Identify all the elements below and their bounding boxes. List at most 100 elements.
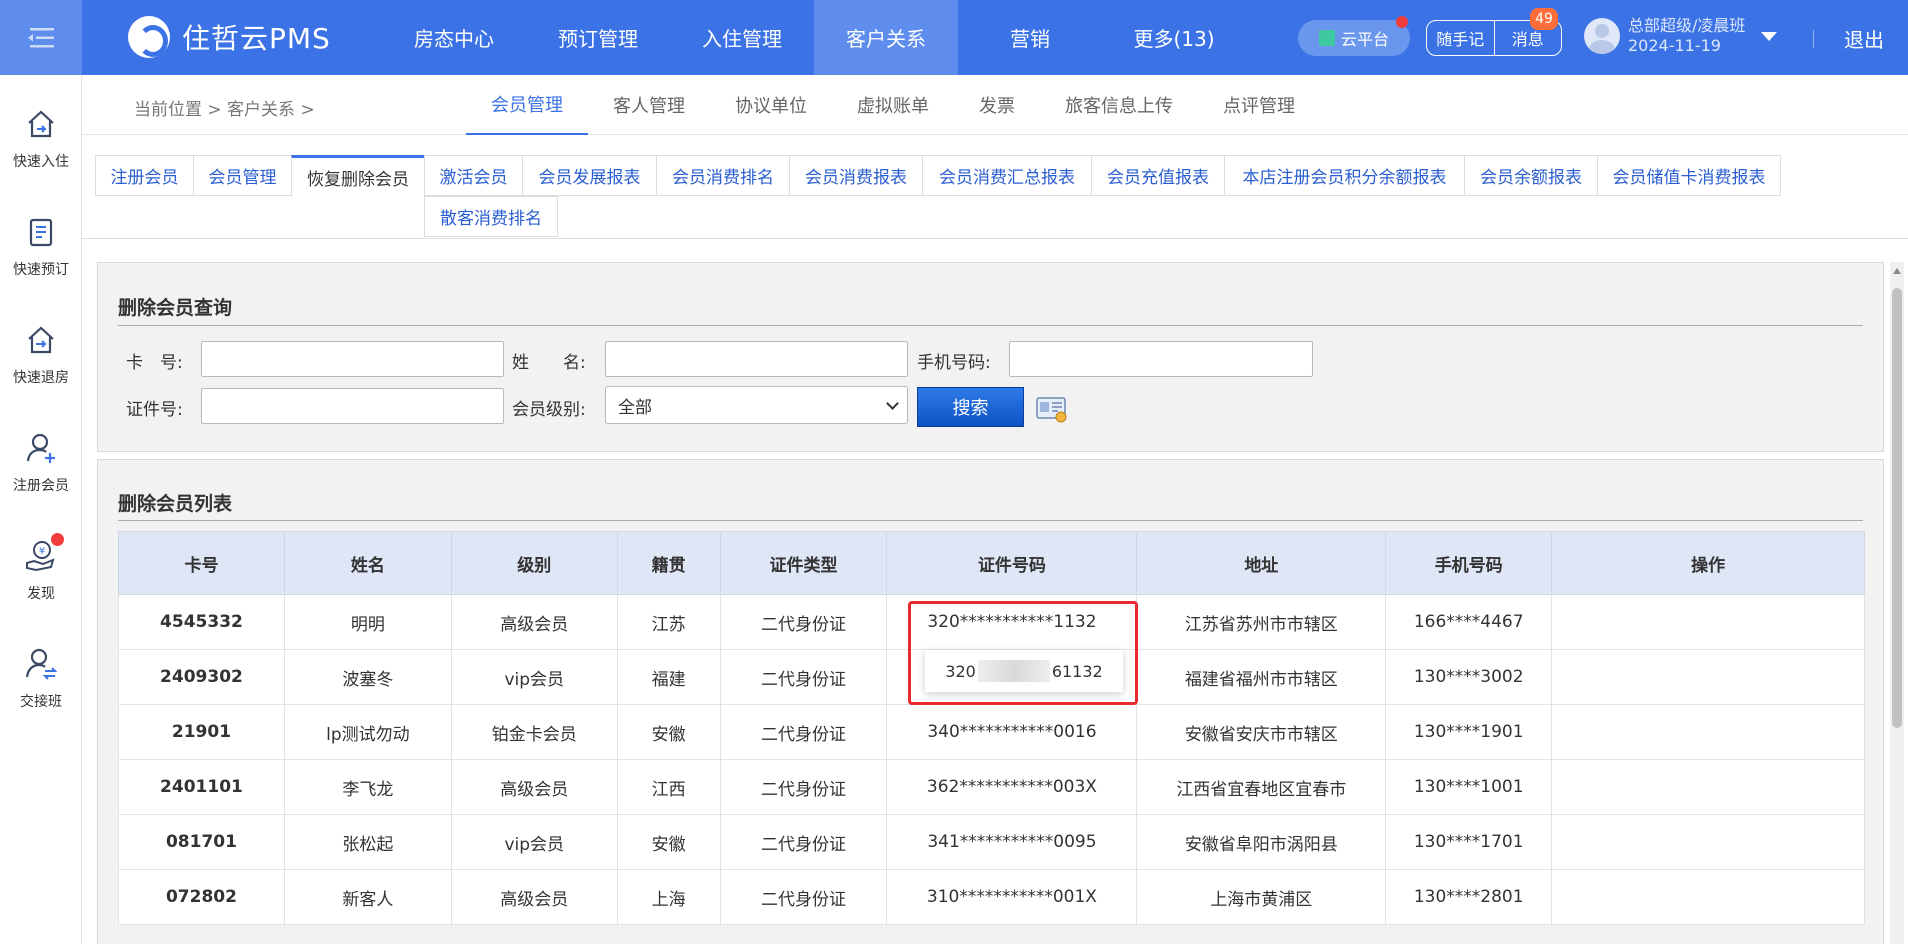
- header-divider: [1813, 30, 1814, 48]
- col-name: 姓名: [283, 531, 452, 595]
- ftab-restore-deleted-member[interactable]: 恢复删除会员: [291, 155, 425, 197]
- title-rule: [118, 520, 1863, 521]
- cell-native-place: 安徽: [616, 704, 721, 760]
- cell-address: 上海市黄浦区: [1136, 869, 1387, 925]
- nav-marketing[interactable]: 营销: [958, 0, 1102, 75]
- query-panel: 删除会员查询 卡 号: 姓 名: 手机号码: 证件号: 会员级别: 全部 搜索: [97, 262, 1884, 452]
- cell-level: 铂金卡会员: [450, 704, 618, 760]
- name-label: 姓 名:: [512, 353, 586, 373]
- ftab-stored-card-report[interactable]: 会员储值卡消费报表: [1597, 155, 1781, 196]
- tab-invoice[interactable]: 发票: [954, 75, 1040, 135]
- tab-member-management[interactable]: 会员管理: [466, 75, 588, 135]
- cell-name: 新客人: [283, 869, 452, 925]
- table-row[interactable]: 081701 张松起 vip会员 安徽 二代身份证 341***********…: [118, 814, 1865, 870]
- sidebar-item-quick-checkout[interactable]: 快速退房: [0, 323, 82, 413]
- cell-actions: [1551, 704, 1865, 760]
- cell-card-number: 21901: [118, 704, 285, 760]
- tooltip-prefix: 320: [945, 661, 976, 681]
- cell-card-number: 2409302: [118, 649, 285, 705]
- sidebar-item-quick-checkin[interactable]: 快速入住: [0, 107, 82, 197]
- phone-label: 手机号码:: [917, 353, 991, 373]
- tab-virtual-bill[interactable]: 虚拟账单: [832, 75, 954, 135]
- cell-id-number: 310***********001X: [886, 869, 1138, 925]
- masked-blur: [977, 660, 1050, 682]
- quick-note-button[interactable]: 随手记: [1427, 21, 1495, 55]
- col-level: 级别: [450, 531, 618, 595]
- nav-reservation[interactable]: 预订管理: [526, 0, 670, 75]
- user-menu[interactable]: 总部超级/凌晨班 2024-11-19: [1584, 16, 1778, 56]
- sidebar-item-register-member[interactable]: 注册会员: [0, 431, 82, 521]
- cell-phone: 130****3002: [1385, 649, 1553, 705]
- ftab-points-balance-report[interactable]: 本店注册会员积分余额报表: [1224, 155, 1465, 196]
- ftab-member-growth-report[interactable]: 会员发展报表: [522, 155, 657, 196]
- ftab-walkin-consumption-ranking[interactable]: 散客消费排名: [424, 196, 558, 237]
- ftab-member-balance-report[interactable]: 会员余额报表: [1464, 155, 1598, 196]
- ftab-member-consumption-report[interactable]: 会员消费报表: [789, 155, 923, 196]
- table-row[interactable]: 072802 新客人 高级会员 上海 二代身份证 310***********0…: [118, 869, 1865, 925]
- cloud-platform-button[interactable]: 云平台: [1298, 16, 1410, 56]
- cell-phone: 130****2801: [1385, 869, 1553, 925]
- cell-phone: 130****1701: [1385, 814, 1553, 870]
- ftab-activate-member[interactable]: 激活会员: [424, 155, 523, 196]
- cell-native-place: 福建: [616, 649, 721, 705]
- cell-address: 江苏省苏州市市辖区: [1136, 594, 1387, 650]
- col-card-number: 卡号: [118, 531, 285, 595]
- member-level-select[interactable]: 全部: [605, 386, 908, 424]
- cell-card-number: 2401101: [118, 759, 285, 815]
- nav-more[interactable]: 更多(13): [1102, 0, 1246, 75]
- tab-guest-management[interactable]: 客人管理: [588, 75, 710, 135]
- brand-logo: 住哲云PMS: [128, 16, 331, 58]
- cell-actions: [1551, 649, 1865, 705]
- ftab-member-recharge-report[interactable]: 会员充值报表: [1091, 155, 1225, 196]
- nav-customer-relations[interactable]: 客户关系: [814, 0, 958, 75]
- cell-id-number: 341***********0095: [886, 814, 1138, 870]
- phone-input[interactable]: [1009, 341, 1313, 377]
- menu-toggle-button[interactable]: [0, 0, 82, 75]
- cell-address: 安徽省阜阳市涡阳县: [1136, 814, 1387, 870]
- id-number-input[interactable]: [201, 388, 504, 424]
- cell-phone: 166****4467: [1385, 594, 1553, 650]
- name-input[interactable]: [605, 341, 908, 377]
- sidebar-label: 快速预订: [13, 262, 69, 278]
- ftab-member-consumption-summary[interactable]: 会员消费汇总报表: [922, 155, 1092, 196]
- caret-down-icon[interactable]: [1761, 31, 1778, 41]
- tab-agreement-units[interactable]: 协议单位: [710, 75, 832, 135]
- tab-guest-info-upload[interactable]: 旅客信息上传: [1040, 75, 1198, 135]
- main-nav: 房态中心 预订管理 入住管理 客户关系 营销 更多(13): [382, 0, 1246, 75]
- cell-phone: 130****1901: [1385, 704, 1553, 760]
- card-number-label: 卡 号:: [126, 353, 183, 373]
- cell-id-number: 362***********003X: [886, 759, 1138, 815]
- card-number-input[interactable]: [201, 341, 504, 377]
- col-phone: 手机号码: [1385, 531, 1553, 595]
- id-card-reader-icon[interactable]: [1036, 395, 1068, 423]
- logo-icon: [128, 16, 170, 58]
- table-row[interactable]: 21901 lp测试勿动 铂金卡会员 安徽 二代身份证 340*********…: [118, 704, 1865, 760]
- sidebar-item-discover[interactable]: ¥ 发现: [0, 533, 82, 629]
- ftab-member-consumption-ranking[interactable]: 会员消费排名: [656, 155, 790, 196]
- search-button[interactable]: 搜索: [917, 387, 1024, 427]
- discover-icon-wrap: ¥: [24, 533, 64, 573]
- sub-tabs: 会员管理 客人管理 协议单位 虚拟账单 发票 旅客信息上传 点评管理: [466, 75, 1320, 135]
- cell-id-type: 二代身份证: [719, 704, 888, 760]
- cell-name: 明明: [283, 594, 452, 650]
- ftab-register-member[interactable]: 注册会员: [95, 155, 194, 196]
- sidebar-item-shift-handover[interactable]: 交接班: [0, 647, 82, 737]
- scroll-up-icon[interactable]: [1893, 268, 1901, 274]
- tab-review-management[interactable]: 点评管理: [1198, 75, 1320, 135]
- nav-checkin[interactable]: 入住管理: [670, 0, 814, 75]
- message-count-badge: 49: [1530, 8, 1558, 30]
- cell-id-type: 二代身份证: [719, 649, 888, 705]
- page-scrollbar[interactable]: [1890, 262, 1904, 944]
- scroll-thumb[interactable]: [1892, 288, 1902, 728]
- top-bar: 住哲云PMS 房态中心 预订管理 入住管理 客户关系 营销 更多(13) 云平台…: [0, 0, 1908, 75]
- logout-button[interactable]: 退出: [1844, 24, 1884, 53]
- table-row[interactable]: 2401101 李飞龙 高级会员 江西 二代身份证 362***********…: [118, 759, 1865, 815]
- ftab-member-management[interactable]: 会员管理: [193, 155, 292, 196]
- query-title: 删除会员查询: [118, 297, 233, 319]
- cell-address: 安徽省安庆市市辖区: [1136, 704, 1387, 760]
- sub-nav: 当前位置 > 客户关系 > 会员管理 客人管理 协议单位 虚拟账单 发票 旅客信…: [82, 75, 1908, 135]
- quick-sidebar: 快速入住 快速预订 快速退房 注册会员 ¥ 发现 交接班: [0, 75, 82, 944]
- tooltip-suffix: 61132: [1051, 661, 1103, 681]
- sidebar-item-quick-reservation[interactable]: 快速预订: [0, 215, 82, 305]
- nav-room-status[interactable]: 房态中心: [382, 0, 526, 75]
